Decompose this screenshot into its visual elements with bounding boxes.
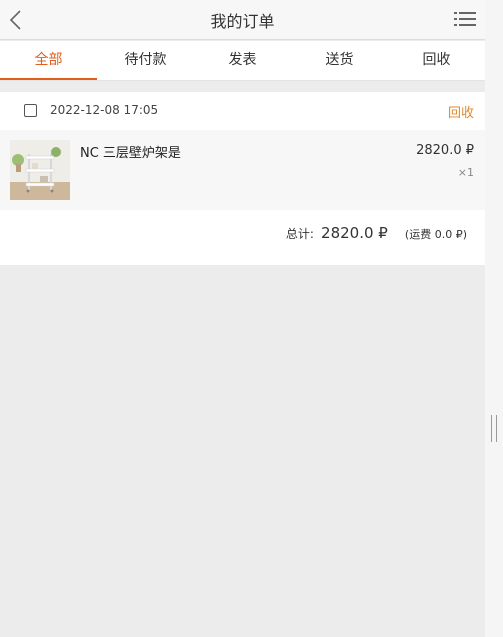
total-row: 总计: 2820.0 ₽ (运费 0.0 ₽) (286, 223, 467, 242)
shipping-fee: (运费 0.0 ₽) (404, 228, 467, 241)
order-status-link[interactable]: 回收 (448, 102, 474, 121)
orders-screen: 我的订单 全部 待付款 发表 送货 回收 2022-12-08 17:05 回收 (0, 0, 485, 637)
total-label: 总计: (285, 227, 314, 241)
order-summary: 总计: 2820.0 ₽ (运费 0.0 ₽) (0, 210, 485, 265)
side-gutter (485, 0, 503, 637)
order-item-row[interactable]: NC 三层壁炉架是 2820.0 ₽ ×1 (0, 130, 485, 210)
list-menu-icon[interactable] (454, 10, 476, 28)
tab-publish[interactable]: 发表 (194, 41, 291, 80)
resize-handle[interactable] (491, 415, 497, 442)
top-bar: 我的订单 (0, 0, 485, 40)
product-quantity: ×1 (457, 166, 474, 179)
product-name: NC 三层壁炉架是 (80, 146, 181, 161)
total-amount: 2820.0 ₽ (321, 224, 388, 242)
product-thumbnail (10, 140, 70, 200)
tab-recycle[interactable]: 回收 (388, 41, 485, 80)
order-checkbox[interactable] (24, 104, 37, 117)
shelf-image-icon (10, 140, 70, 200)
product-price: 2820.0 ₽ (416, 143, 474, 158)
order-header: 2022-12-08 17:05 回收 (0, 92, 485, 130)
order-date: 2022-12-08 17:05 (50, 103, 159, 117)
page-title: 我的订单 (210, 12, 275, 31)
tab-all[interactable]: 全部 (0, 41, 97, 80)
order-tabs: 全部 待付款 发表 送货 回收 (0, 41, 485, 81)
tab-delivery[interactable]: 送货 (291, 41, 388, 80)
tab-pending-payment[interactable]: 待付款 (97, 41, 194, 80)
